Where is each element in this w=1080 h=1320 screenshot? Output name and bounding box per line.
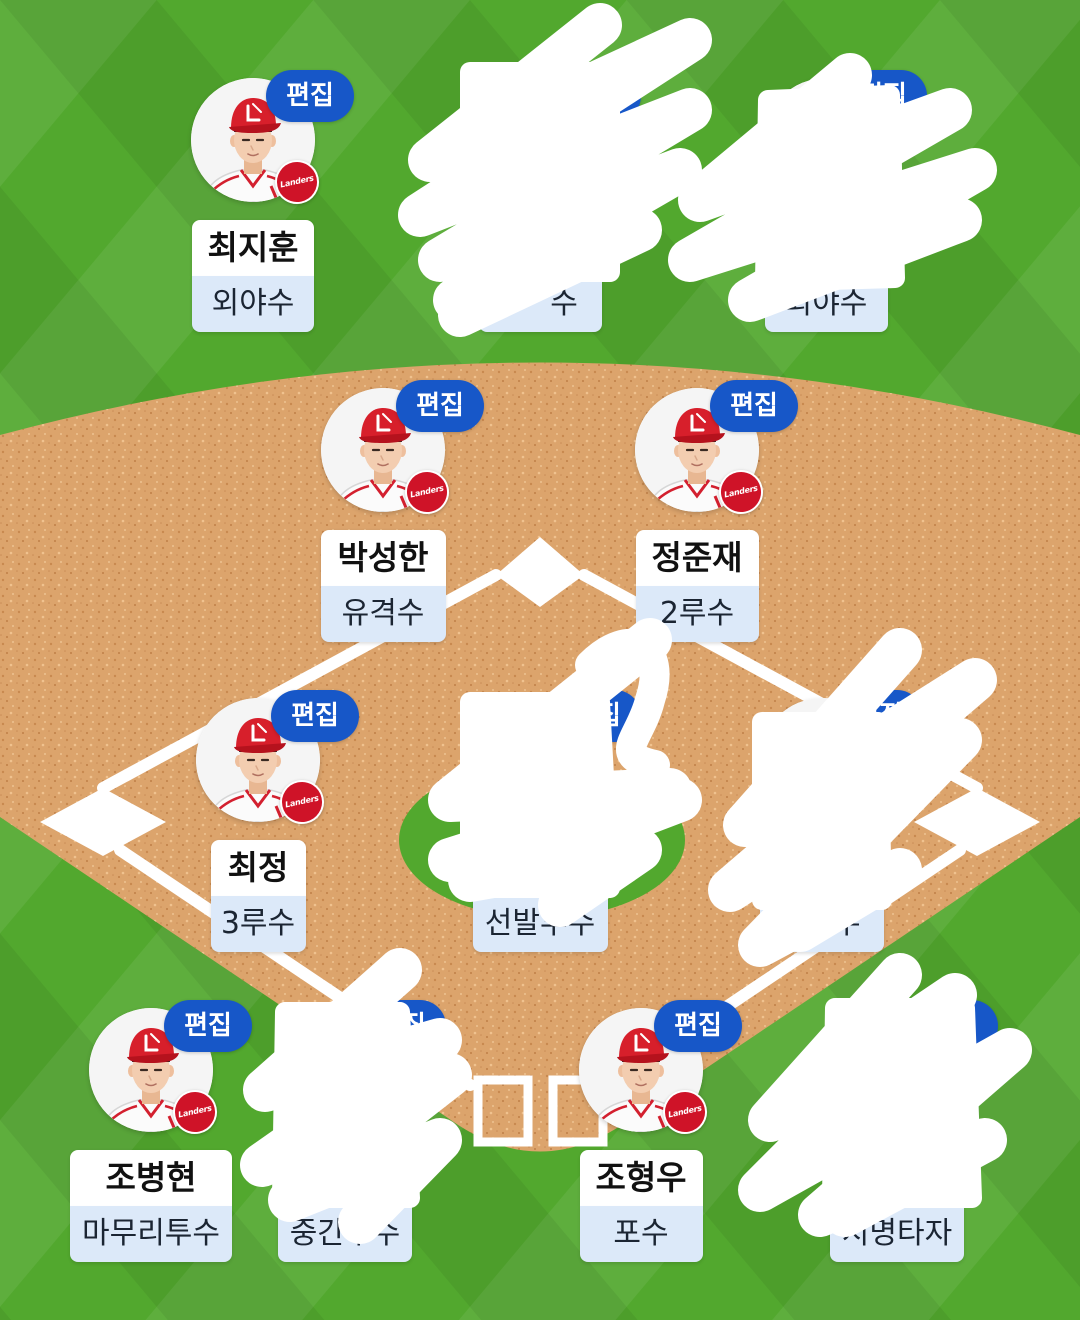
player-position: 루수: [760, 896, 884, 952]
edit-button[interactable]: 편집: [271, 690, 359, 742]
edit-button[interactable]: 편집: [910, 1000, 998, 1052]
player-position: 2루수: [635, 586, 759, 642]
player-name: 박성한: [320, 530, 446, 586]
player-position: 중간투수: [278, 1206, 412, 1262]
player-position: 수: [478, 276, 602, 332]
edit-button[interactable]: 편집: [835, 690, 923, 742]
edit-button[interactable]: 편집: [710, 380, 798, 432]
player-position: 지명타자: [830, 1206, 964, 1262]
player-name: 정준재: [635, 530, 759, 586]
player-name: [764, 220, 888, 276]
edit-button[interactable]: 편집: [654, 1000, 742, 1052]
player-name: [478, 220, 602, 276]
player-name: [760, 840, 884, 896]
edit-button[interactable]: 편집: [553, 690, 641, 742]
edit-button[interactable]: 편집: [358, 1000, 446, 1052]
edit-button[interactable]: 편집: [553, 70, 641, 122]
edit-button[interactable]: 편집: [839, 70, 927, 122]
player-position: 포수: [579, 1206, 703, 1262]
player-position: 외야수: [192, 276, 314, 332]
player-name: [278, 1150, 412, 1206]
player-name: 최정: [210, 840, 306, 896]
player-name: 조병현: [70, 1150, 232, 1206]
player-name: 최지훈: [192, 220, 314, 276]
player-position: 3루수: [210, 896, 306, 952]
player-position: 유격수: [320, 586, 446, 642]
player-position: 마무리투수: [70, 1206, 232, 1262]
edit-button[interactable]: 편집: [164, 1000, 252, 1052]
edit-button[interactable]: 편집: [266, 70, 354, 122]
player-position: 선발투수: [472, 896, 608, 952]
edit-button[interactable]: 편집: [396, 380, 484, 432]
player-name: [472, 840, 608, 896]
player-name: 조형우: [579, 1150, 703, 1206]
player-position: 외야수: [764, 276, 888, 332]
player-name: [830, 1150, 964, 1206]
